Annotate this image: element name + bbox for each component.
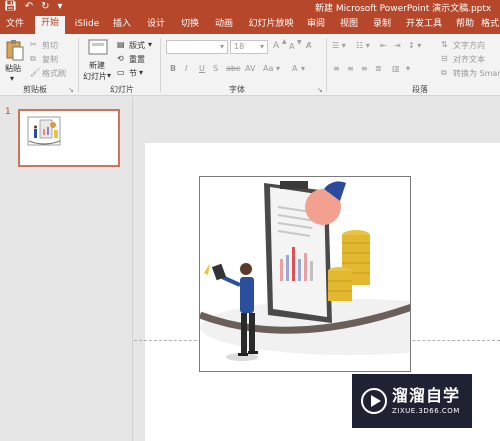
columns-icon[interactable]: ▥: [392, 64, 400, 73]
ribbon-tab-bar: 文件 开始 iSlide 插入 设计 切换 动画 幻灯片放映 审阅 视图 录制 …: [0, 14, 500, 34]
numbering-icon[interactable]: ☷ ▾: [356, 41, 370, 50]
tab-help[interactable]: 帮助: [452, 17, 478, 34]
grow-font-button[interactable]: A: [273, 41, 279, 51]
strikethrough-button[interactable]: abc: [226, 64, 240, 73]
section-button[interactable]: 节: [129, 68, 137, 79]
shrink-font-button[interactable]: A: [289, 42, 294, 51]
copy-button[interactable]: 复制: [42, 54, 58, 65]
character-spacing-button[interactable]: AV: [245, 64, 255, 73]
convert-smartart-button[interactable]: 转换为 Smar: [453, 68, 500, 79]
align-left-icon[interactable]: ≡: [333, 64, 340, 73]
tab-home[interactable]: 开始: [35, 16, 65, 34]
reset-icon[interactable]: ⟲: [117, 54, 124, 63]
paste-dropdown-icon[interactable]: ▾: [10, 74, 14, 83]
align-text-icon[interactable]: ⊟: [441, 54, 448, 63]
customize-icon[interactable]: ▾: [57, 1, 62, 12]
change-case-button[interactable]: Aa: [263, 64, 273, 73]
reset-button[interactable]: 重置: [129, 54, 145, 65]
font-color-dropdown-icon[interactable]: ▾: [301, 64, 305, 73]
ribbon-separator: [78, 38, 79, 92]
font-size-select[interactable]: 18 ▾: [230, 40, 268, 54]
slide-number: 1: [5, 107, 11, 117]
new-slide-icon[interactable]: [88, 39, 108, 57]
ribbon-separator: [160, 38, 161, 92]
italic-button[interactable]: I: [185, 64, 187, 73]
clear-formatting-icon[interactable]: A̸: [306, 41, 311, 50]
text-direction-icon[interactable]: ⇅: [441, 40, 448, 49]
font-name-dropdown-icon: ▾: [219, 42, 224, 51]
new-slide-dropdown-icon[interactable]: ▾: [107, 71, 111, 80]
paste-icon[interactable]: [4, 39, 24, 61]
increase-indent-icon[interactable]: ⇥: [394, 41, 401, 50]
layout-icon[interactable]: ▤: [117, 40, 125, 49]
justify-icon[interactable]: ≣: [375, 64, 382, 73]
format-painter-button[interactable]: 格式刷: [42, 68, 66, 79]
copy-icon[interactable]: ⧉: [30, 54, 36, 64]
section-icon[interactable]: ▭: [117, 68, 125, 77]
tab-review[interactable]: 审阅: [302, 17, 330, 34]
format-painter-icon[interactable]: 🖌︎: [30, 68, 40, 77]
clipboard-group-label: 剪贴板: [23, 85, 47, 94]
save-icon[interactable]: 💾︎: [4, 1, 17, 12]
font-size-dropdown-icon: ▾: [259, 42, 264, 51]
play-logo-icon: [361, 388, 387, 414]
change-case-dropdown-icon[interactable]: ▾: [276, 64, 280, 73]
smartart-icon[interactable]: ⧉: [441, 68, 447, 78]
align-center-icon[interactable]: ≡: [347, 64, 354, 73]
slide-thumbnail-preview: [27, 116, 61, 146]
shadow-button[interactable]: S: [213, 64, 218, 73]
section-dropdown-icon[interactable]: ▾: [139, 68, 143, 77]
cut-icon[interactable]: ✂: [30, 40, 37, 49]
layout-button[interactable]: 版式: [129, 40, 145, 51]
title-bar: 💾︎ ↶ ↻ ▾ 新建 Microsoft PowerPoint 演示文稿.pp…: [0, 0, 500, 14]
report-illustration-image: [200, 181, 410, 361]
tab-islide[interactable]: iSlide: [70, 17, 104, 34]
paragraph-group-label: 段落: [412, 85, 428, 94]
tab-view[interactable]: 视图: [335, 17, 363, 34]
cut-button[interactable]: 剪切: [42, 40, 58, 51]
font-size-value: 18: [234, 42, 245, 51]
new-slide-button-line1[interactable]: 新建: [89, 60, 105, 71]
watermark-logo: 溜溜自学 ZIXUE.3D66.COM: [352, 374, 472, 428]
undo-icon[interactable]: ↶: [25, 1, 33, 12]
columns-dropdown-icon[interactable]: ▾: [406, 64, 410, 73]
clipboard-launcher-icon[interactable]: ↘: [68, 86, 74, 94]
slides-group-label: 幻灯片: [110, 85, 134, 94]
text-direction-button[interactable]: 文字方向: [453, 40, 485, 51]
tab-insert[interactable]: 插入: [108, 17, 136, 34]
tab-developer[interactable]: 开发工具: [402, 17, 446, 34]
paste-button[interactable]: 粘贴: [5, 63, 21, 74]
font-color-button[interactable]: A: [292, 64, 297, 73]
align-right-icon[interactable]: ≡: [361, 64, 368, 73]
font-group-label: 字体: [229, 85, 245, 94]
tab-animations[interactable]: 动画: [210, 17, 238, 34]
slide-picture[interactable]: [199, 176, 411, 372]
new-slide-button-line2[interactable]: 幻灯片: [83, 71, 107, 82]
tab-transitions[interactable]: 切换: [176, 17, 204, 34]
font-name-select[interactable]: ▾: [166, 40, 228, 54]
bold-button[interactable]: B: [170, 64, 176, 73]
tab-record[interactable]: 录制: [368, 17, 396, 34]
line-spacing-icon[interactable]: ↕ ▾: [408, 41, 421, 50]
tab-slideshow[interactable]: 幻灯片放映: [245, 17, 297, 34]
decrease-indent-icon[interactable]: ⇤: [380, 41, 387, 50]
underline-button[interactable]: U: [199, 64, 205, 73]
redo-icon[interactable]: ↻: [41, 1, 49, 12]
tab-design[interactable]: 设计: [142, 17, 170, 34]
ribbon-separator: [326, 38, 327, 92]
bullets-icon[interactable]: ☰ ▾: [332, 41, 346, 50]
tab-file[interactable]: 文件: [2, 17, 28, 34]
font-launcher-icon[interactable]: ↘: [317, 86, 323, 94]
slide-thumbnail[interactable]: [18, 109, 120, 167]
quick-access-toolbar: 💾︎ ↶ ↻ ▾: [4, 1, 63, 12]
layout-dropdown-icon[interactable]: ▾: [148, 40, 152, 49]
watermark-name: 溜溜自学: [392, 386, 461, 405]
tab-format[interactable]: 格式: [480, 17, 500, 34]
watermark-url: ZIXUE.3D66.COM: [392, 407, 460, 415]
document-title: 新建 Microsoft PowerPoint 演示文稿.pptx: [315, 4, 492, 14]
ribbon-home: 粘贴 ▾ ✂ 剪切 ⧉ 复制 🖌︎ 格式刷 剪贴板 ↘ 新建 幻灯片 ▾ ▤ 版…: [0, 34, 500, 96]
grow-font-arrow-icon: ▲: [282, 38, 287, 45]
shrink-font-arrow-icon: ▼: [297, 39, 302, 46]
align-text-button[interactable]: 对齐文本: [453, 54, 485, 65]
